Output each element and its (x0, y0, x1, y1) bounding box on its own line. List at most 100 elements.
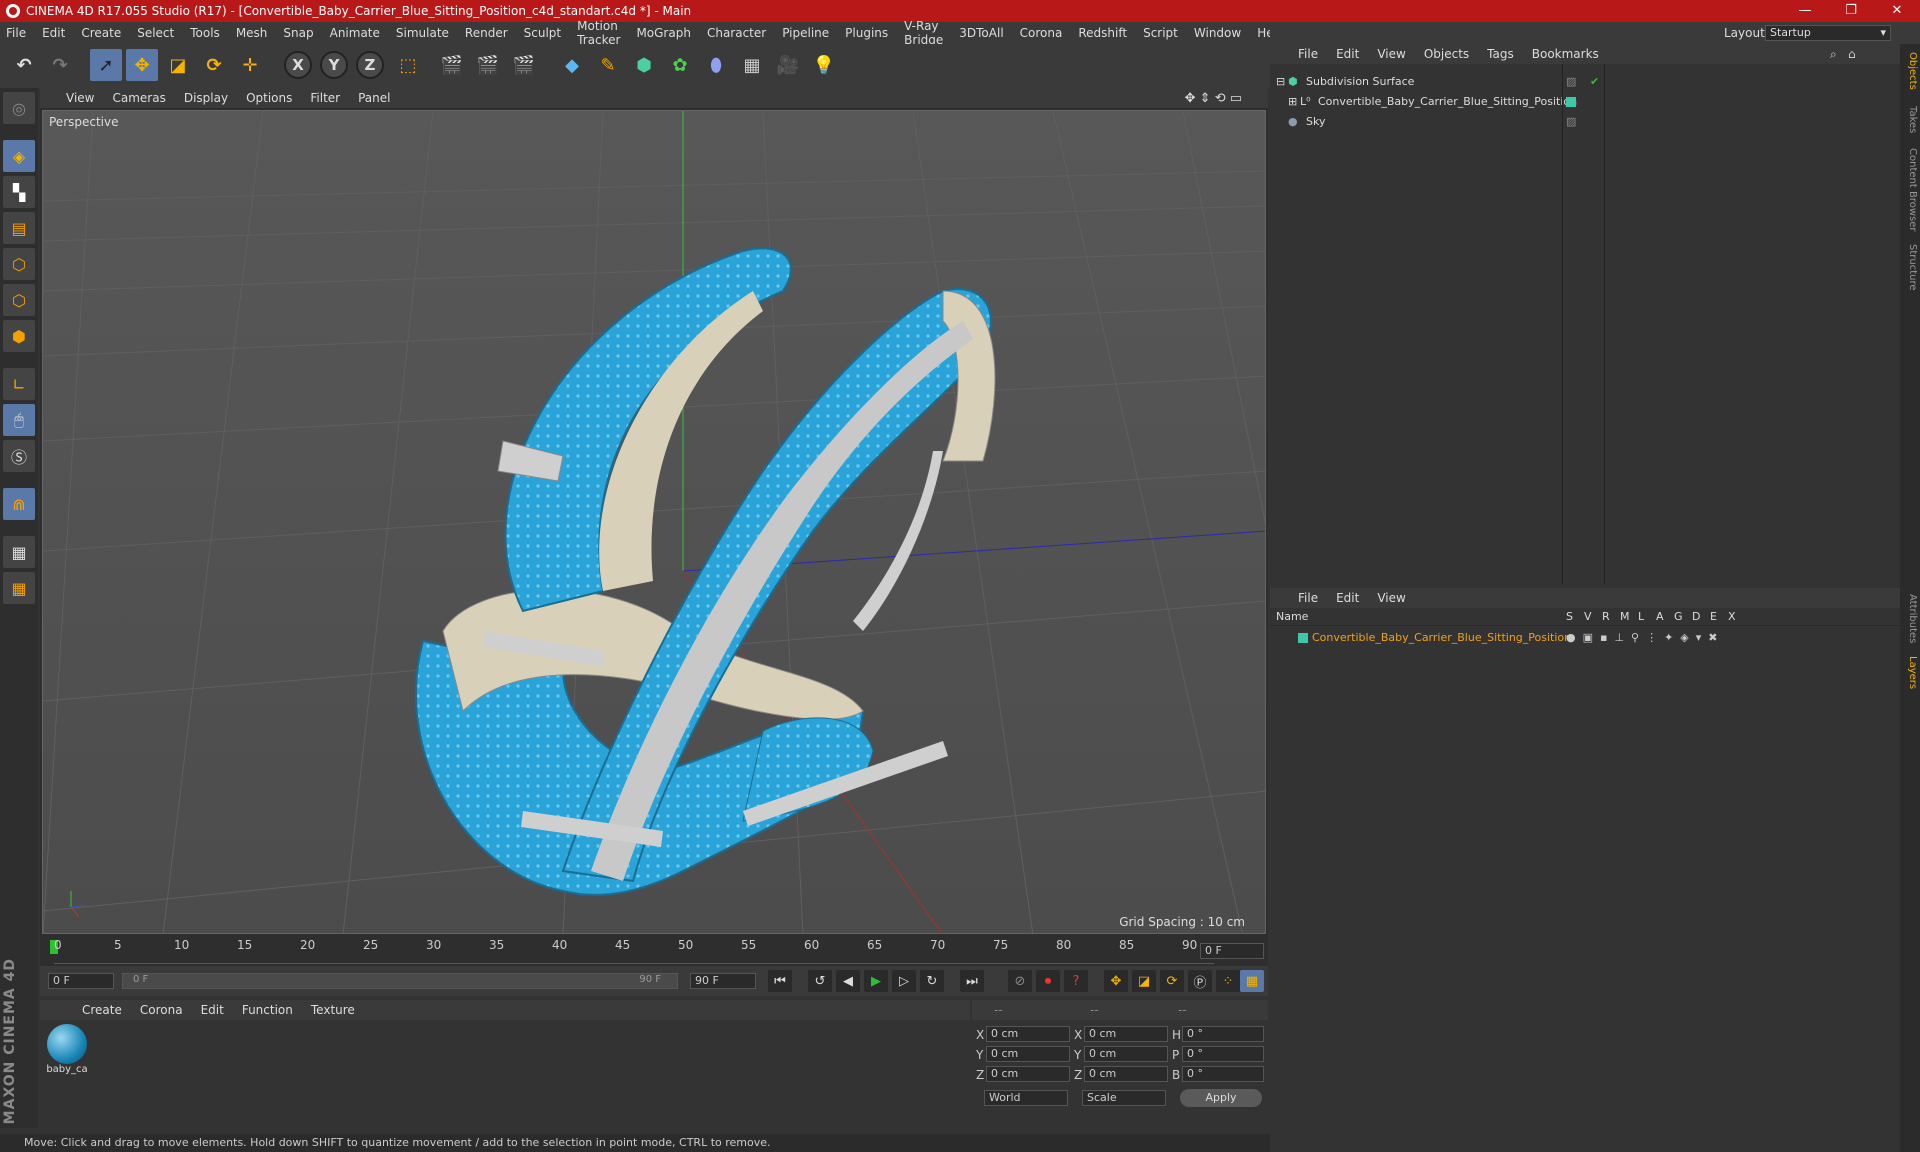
texture-mode-icon[interactable]: ▚ (3, 176, 35, 208)
menu-simulate[interactable]: Simulate (396, 26, 449, 40)
frame-range-slider[interactable]: 0 F 90 F (122, 973, 678, 989)
layermgr-menu-edit[interactable]: Edit (1336, 591, 1359, 605)
layer-color-swatch[interactable] (1566, 97, 1576, 107)
render-settings-icon[interactable]: 🎬 (508, 49, 540, 81)
menu-redshift[interactable]: Redshift (1078, 26, 1127, 40)
menu-corona[interactable]: Corona (1020, 26, 1063, 40)
layer-row[interactable]: Convertible_Baby_Carrier_Blue_Sitting_Po… (1270, 628, 1900, 648)
size-y-field[interactable]: 0 cm (1084, 1046, 1168, 1062)
menu-pipeline[interactable]: Pipeline (782, 26, 829, 40)
autokeying-icon[interactable]: ⏺ (1036, 970, 1060, 992)
next-frame-icon[interactable]: ▷ (892, 970, 916, 992)
material-swatch[interactable]: baby_ca (44, 1024, 90, 1082)
record-keys-icon[interactable]: ⊘ (1008, 970, 1032, 992)
viewport-menu-filter[interactable]: Filter (310, 91, 340, 105)
maximize-button[interactable]: ❐ (1828, 0, 1874, 22)
cube-object-icon[interactable]: ◆ (556, 49, 588, 81)
x-axis-lock-icon[interactable]: X (284, 51, 312, 79)
viewport-menu-options[interactable]: Options (246, 91, 292, 105)
deformer-icon[interactable]: ⬮ (700, 49, 732, 81)
tab-attributes[interactable]: Attributes (1902, 594, 1918, 643)
material-menu-corona[interactable]: Corona (140, 1003, 183, 1017)
rot-h-field[interactable]: 0 ° (1182, 1026, 1264, 1042)
material-menu-texture[interactable]: Texture (311, 1003, 355, 1017)
viewport-menu-cameras[interactable]: Cameras (112, 91, 165, 105)
timeline-window-icon[interactable]: ▦ (1240, 970, 1264, 992)
viewport-menu-panel[interactable]: Panel (358, 91, 390, 105)
menu-mograph[interactable]: MoGraph (636, 26, 691, 40)
layer-name[interactable]: Convertible_Baby_Carrier_Blue_Sitting_Po… (1312, 628, 1571, 648)
objmgr-menu-view[interactable]: View (1377, 47, 1405, 61)
start-frame-field[interactable]: 0 F (48, 973, 114, 989)
play-icon[interactable]: ▶ (864, 970, 888, 992)
size-x-field[interactable]: 0 cm (1084, 1026, 1168, 1042)
rotate-tool-icon[interactable]: ⟳ (198, 49, 230, 81)
layout-select[interactable]: Startup ▾ (1765, 25, 1891, 41)
expand-icon[interactable]: ⊞ (1288, 92, 1297, 112)
model-mode-icon[interactable]: ◈ (3, 140, 35, 172)
axis-mode-icon[interactable]: ∟ (3, 368, 35, 400)
objmgr-menu-edit[interactable]: Edit (1336, 47, 1359, 61)
objmgr-menu-tags[interactable]: Tags (1487, 47, 1514, 61)
scale-tool-icon[interactable]: ◪ (162, 49, 194, 81)
floor-object-icon[interactable]: ▦ (736, 49, 768, 81)
object-row-subdivision[interactable]: ⊟ ⬢ Subdivision Surface ▨ ✔ (1270, 72, 1900, 92)
menu-window[interactable]: Window (1194, 26, 1241, 40)
apply-button[interactable]: Apply (1180, 1089, 1262, 1107)
menu-3dtoall[interactable]: 3DToAll (959, 26, 1003, 40)
minimize-button[interactable]: — (1782, 0, 1828, 22)
redo-icon[interactable]: ↷ (44, 49, 76, 81)
tweak-mode-icon[interactable]: 🖱 (3, 404, 35, 436)
points-mode-icon[interactable]: ⬡ (3, 248, 35, 280)
layermgr-menu-file[interactable]: File (1298, 591, 1318, 605)
menu-file[interactable]: File (6, 26, 26, 40)
viewport-nav-icons[interactable]: ✥ ⇕ ⟲ ▭ (1185, 91, 1242, 106)
go-to-end-icon[interactable]: ⏭ (960, 970, 984, 992)
live-selection-icon[interactable]: ➚ (90, 49, 122, 81)
menu-character[interactable]: Character (707, 26, 766, 40)
key-pla-icon[interactable]: ⁘ (1216, 970, 1240, 992)
objmgr-menu-bookmarks[interactable]: Bookmarks (1532, 47, 1599, 61)
coord-scale-select[interactable]: Scale (1082, 1090, 1166, 1106)
next-key-icon[interactable]: ↻ (920, 970, 944, 992)
camera-object-icon[interactable]: 🎥 (772, 49, 804, 81)
rot-b-field[interactable]: 0 ° (1182, 1066, 1264, 1082)
render-view-icon[interactable]: 🎬 (436, 49, 468, 81)
edges-mode-icon[interactable]: ⬡ (3, 284, 35, 316)
home-icon[interactable]: ⌂ (1848, 47, 1856, 61)
keyframe-selection-icon[interactable]: ? (1064, 970, 1088, 992)
previous-key-icon[interactable]: ↺ (808, 970, 832, 992)
polygons-mode-icon[interactable]: ⬢ (3, 320, 35, 352)
snap-icon[interactable]: Ⓢ (3, 440, 35, 472)
material-menu-create[interactable]: Create (82, 1003, 122, 1017)
layer-flags-icons[interactable]: ●▣▪⊥⚲⋮✦◈▾✖ (1566, 628, 1725, 648)
subdivision-surface-icon[interactable]: ⬢ (628, 49, 660, 81)
menu-motion-tracker[interactable]: Motion Tracker (577, 19, 620, 47)
key-parameter-icon[interactable]: Ⓟ (1188, 970, 1212, 992)
magnet-icon[interactable]: ⋒ (3, 488, 35, 520)
menu-animate[interactable]: Animate (330, 26, 380, 40)
tab-objects[interactable]: Objects (1902, 52, 1918, 90)
key-rotation-icon[interactable]: ⟳ (1160, 970, 1184, 992)
current-frame-field[interactable]: 0 F (1200, 943, 1264, 959)
tab-layers[interactable]: Layers (1902, 656, 1918, 689)
render-picture-viewer-icon[interactable]: 🎬 (472, 49, 504, 81)
objmgr-menu-objects[interactable]: Objects (1424, 47, 1469, 61)
objmgr-menu-file[interactable]: File (1298, 47, 1318, 61)
menu-edit[interactable]: Edit (42, 26, 65, 40)
key-position-icon[interactable]: ✥ (1104, 970, 1128, 992)
go-to-start-icon[interactable]: ⏮ (768, 970, 792, 992)
spline-pen-icon[interactable]: ✎ (592, 49, 624, 81)
menu-mesh[interactable]: Mesh (236, 26, 268, 40)
viewport-menu-view[interactable]: View (66, 91, 94, 105)
coord-mode-select[interactable]: World (984, 1090, 1068, 1106)
layermgr-menu-view[interactable]: View (1377, 591, 1405, 605)
z-axis-lock-icon[interactable]: Z (356, 51, 384, 79)
pos-x-field[interactable]: 0 cm (986, 1026, 1070, 1042)
menu-render[interactable]: Render (465, 26, 508, 40)
close-button[interactable]: ✕ (1874, 0, 1920, 22)
object-row-sky[interactable]: ● Sky ▨ (1270, 112, 1900, 132)
pos-y-field[interactable]: 0 cm (986, 1046, 1070, 1062)
menu-create[interactable]: Create (81, 26, 121, 40)
locked-workplane-icon[interactable]: ▦ (3, 536, 35, 568)
